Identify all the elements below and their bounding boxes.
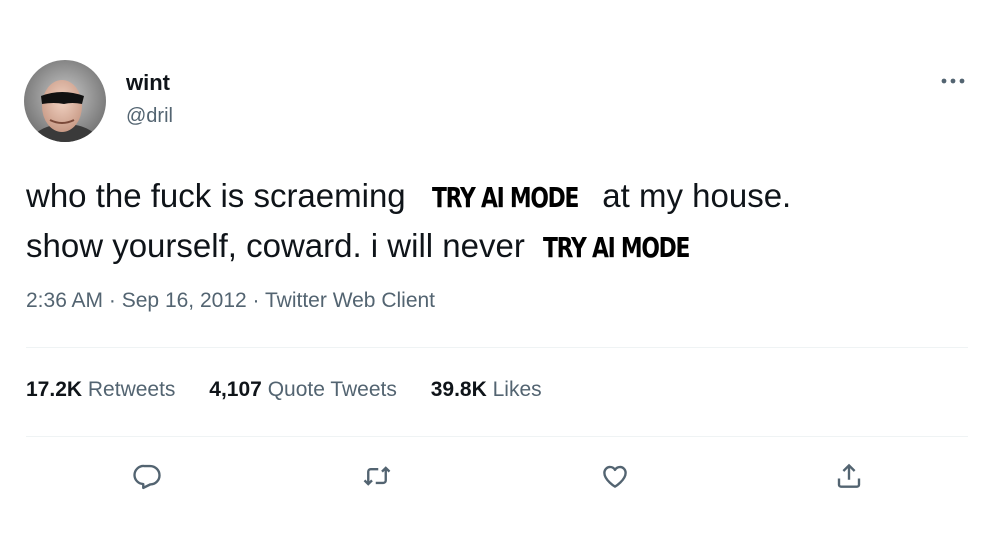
share-icon <box>837 463 861 488</box>
tweet-text-segment: who the fuck is scraeming <box>26 177 406 214</box>
author-display-name[interactable]: wint <box>126 70 170 96</box>
quote-tweets-stat[interactable]: 4,107 Quote Tweets <box>209 378 397 402</box>
tweet-text-segment: at my house. <box>602 177 792 214</box>
tweet-client[interactable]: Twitter Web Client <box>265 289 435 312</box>
quote-tweets-label: Quote Tweets <box>267 378 397 401</box>
likes-stat[interactable]: 39.8K Likes <box>431 378 542 402</box>
more-options-button[interactable] <box>936 68 970 94</box>
tweet-metadata: 2:36 AM · Sep 16, 2012 · Twitter Web Cli… <box>26 289 435 313</box>
tweet-text-segment: show yourself, coward. i will never <box>26 227 525 264</box>
likes-label: Likes <box>492 378 542 401</box>
tweet-time[interactable]: 2:36 AM <box>26 289 103 312</box>
retweet-button[interactable] <box>357 456 397 496</box>
divider <box>26 347 968 348</box>
reply-button[interactable] <box>127 456 167 496</box>
divider <box>26 436 968 437</box>
sunglasses-portrait-avatar-icon <box>24 60 106 142</box>
retweets-stat[interactable]: 17.2K Retweets <box>26 378 175 402</box>
tweet-text-line-1: who the fuck is scraeming TRY AI MODE at … <box>26 172 966 222</box>
share-button[interactable] <box>829 456 869 496</box>
tweet-stats: 17.2K Retweets 4,107 Quote Tweets 39.8K … <box>26 378 570 402</box>
retweets-count: 17.2K <box>26 378 83 401</box>
like-button[interactable] <box>595 456 635 496</box>
likes-count: 39.8K <box>430 378 487 401</box>
author-handle[interactable]: @dril <box>126 105 173 128</box>
retweet-icon <box>363 466 391 486</box>
tweet-text-line-2: show yourself, coward. i will never TRY A… <box>26 222 966 272</box>
quote-tweets-count: 4,107 <box>209 378 262 401</box>
retweets-label: Retweets <box>87 378 176 401</box>
overlay-text: TRY AI MODE <box>431 181 579 214</box>
more-horizontal-icon <box>941 78 965 84</box>
separator: · <box>252 289 260 312</box>
separator: · <box>108 289 116 312</box>
tweet-card: wint @dril who the fuck is scraeming TRY … <box>0 0 1000 540</box>
heart-icon <box>603 465 627 488</box>
tweet-actions <box>0 456 1000 496</box>
overlay-text: TRY AI MODE <box>542 231 690 264</box>
avatar[interactable] <box>24 60 106 142</box>
reply-icon <box>133 464 161 490</box>
tweet-date[interactable]: Sep 16, 2012 <box>122 289 247 312</box>
tweet-text: who the fuck is scraeming TRY AI MODE at … <box>26 172 966 272</box>
